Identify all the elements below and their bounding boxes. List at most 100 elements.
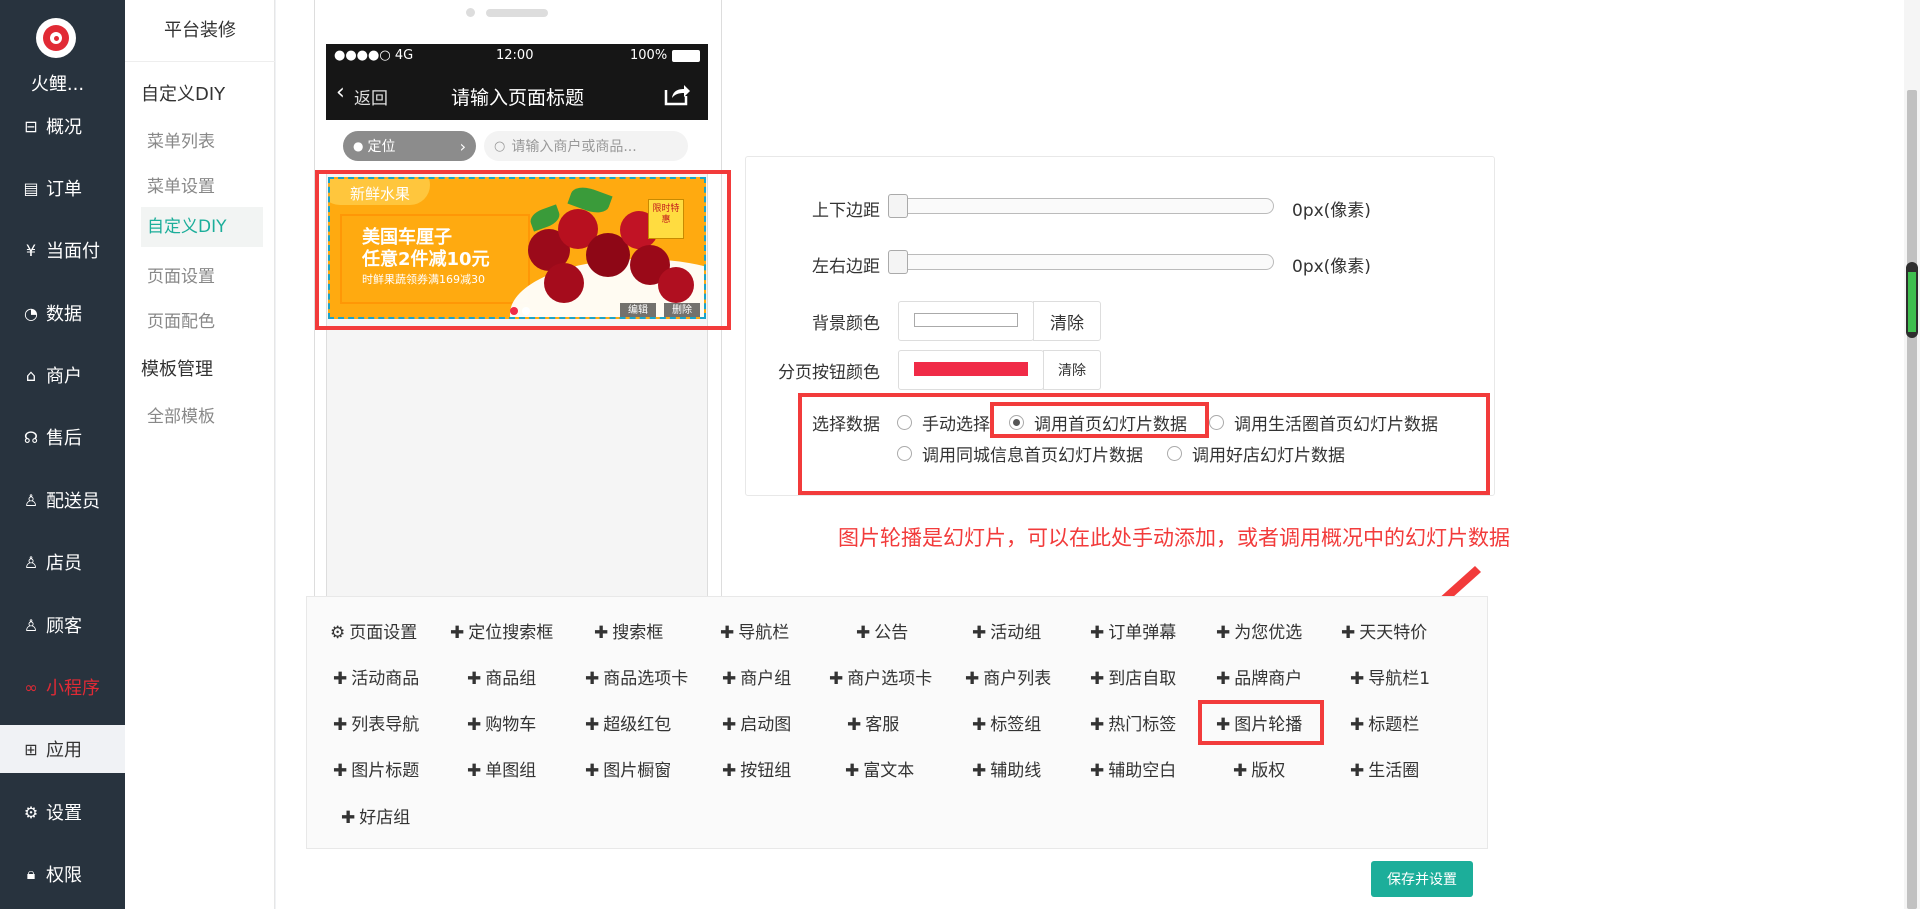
bg-color-label: 背景颜色 <box>812 314 880 334</box>
level-meter-icon <box>1906 262 1918 338</box>
component-item-4[interactable]: ✚ 活动组 <box>972 618 1041 643</box>
nav-item-merchants[interactable]: ⌂ 商户 <box>0 350 125 400</box>
logo-icon[interactable] <box>36 18 76 58</box>
sub-item-all-templates[interactable]: 全部模板 <box>147 402 215 427</box>
plus-icon: ✚ <box>1090 623 1105 643</box>
plus-icon: ✚ <box>829 669 844 689</box>
component-item-10[interactable]: ✚ 商品选项卡 <box>585 664 688 689</box>
nav-item-apps[interactable]: ⊞ 应用 <box>0 725 125 773</box>
component-item-11[interactable]: ✚ 商户组 <box>722 664 791 689</box>
margin-tb-slider-handle[interactable] <box>888 194 908 218</box>
sub-item-page-colors[interactable]: 页面配色 <box>147 307 215 332</box>
component-item-9[interactable]: ✚ 商品组 <box>467 664 536 689</box>
component-page-settings[interactable]: ⚙ 页面设置 <box>330 618 417 643</box>
plus-icon: ✚ <box>845 761 860 781</box>
sub-item-custom-diy[interactable]: 自定义DIY <box>141 207 263 247</box>
plus-icon: ✚ <box>722 761 737 781</box>
nav-item-miniprogram[interactable]: ∞ 小程序 <box>0 662 125 712</box>
component-item-0[interactable]: ✚ 定位搜索框 <box>450 618 553 643</box>
component-item-15[interactable]: ✚ 品牌商户 <box>1216 664 1302 689</box>
nav-item-aftersale[interactable]: ☊ 售后 <box>0 412 125 462</box>
margin-lr-slider-handle[interactable] <box>888 250 908 274</box>
component-item-27[interactable]: ✚ 单图组 <box>467 756 536 781</box>
component-item-6[interactable]: ✚ 为您优选 <box>1216 618 1302 643</box>
component-item-35[interactable]: ✚ 好店组 <box>341 803 410 828</box>
component-item-25[interactable]: ✚ 标题栏 <box>1350 710 1419 735</box>
sub-item-menu-settings[interactable]: 菜单设置 <box>147 172 215 197</box>
plus-icon: ✚ <box>594 623 609 643</box>
share-icon[interactable] <box>663 81 691 107</box>
yen-icon: ¥ <box>25 240 37 260</box>
margin-lr-value: 0px(像素) <box>1292 257 1371 277</box>
phone-camera <box>466 8 475 17</box>
component-item-29[interactable]: ✚ 按钮组 <box>722 756 791 781</box>
back-chevron-icon[interactable]: ‹ <box>336 80 345 105</box>
plus-icon: ✚ <box>972 761 987 781</box>
component-item-5[interactable]: ✚ 订单弹幕 <box>1090 618 1176 643</box>
component-item-17[interactable]: ✚ 列表导航 <box>333 710 419 735</box>
component-item-26[interactable]: ✚ 图片标题 <box>333 756 419 781</box>
sub-sidebar: 平台装修 自定义DIY 菜单列表 菜单设置 自定义DIY 页面设置 页面配色 模… <box>125 0 275 909</box>
scrollbar-thumb[interactable] <box>1907 90 1917 909</box>
component-item-34[interactable]: ✚ 生活圈 <box>1350 756 1419 781</box>
component-item-19[interactable]: ✚ 超级红包 <box>585 710 671 735</box>
nav-item-facepay[interactable]: ¥ 当面付 <box>0 225 125 275</box>
phone-page-title[interactable]: 请输入页面标题 <box>451 83 584 110</box>
bg-color-clear-button[interactable]: 清除 <box>1033 301 1101 341</box>
plus-icon: ✚ <box>1216 623 1231 643</box>
phone-title-bar: ‹ 返回 请输入页面标题 <box>326 68 708 120</box>
nav-item-customers[interactable]: ♙ 顾客 <box>0 600 125 650</box>
component-item-12[interactable]: ✚ 商户选项卡 <box>829 664 932 689</box>
annotation-note: 图片轮播是幻灯片，可以在此处手动添加，或者调用概况中的幻灯片数据 <box>838 526 1510 550</box>
sub-item-menu-list[interactable]: 菜单列表 <box>147 127 215 152</box>
battery-icon <box>672 50 700 62</box>
component-item-23[interactable]: ✚ 热门标签 <box>1090 710 1176 735</box>
component-item-21[interactable]: ✚ 客服 <box>847 710 899 735</box>
plus-icon: ✚ <box>720 623 735 643</box>
nav-item-overview[interactable]: ⊟ 概况 <box>0 101 125 151</box>
component-item-7[interactable]: ✚ 天天特价 <box>1341 618 1427 643</box>
sub-item-page-settings[interactable]: 页面设置 <box>147 262 215 287</box>
margin-lr-slider[interactable] <box>888 254 1274 270</box>
component-item-31[interactable]: ✚ 辅助线 <box>972 756 1041 781</box>
lock-icon: 🔒︎ <box>26 864 36 883</box>
component-item-22[interactable]: ✚ 标签组 <box>972 710 1041 735</box>
nav-item-orders[interactable]: ▤ 订单 <box>0 163 125 213</box>
chevron-right-icon: › <box>459 136 466 156</box>
component-item-14[interactable]: ✚ 到店自取 <box>1090 664 1176 689</box>
component-item-33[interactable]: ✚ 版权 <box>1233 756 1285 781</box>
plus-icon: ✚ <box>585 715 600 735</box>
component-item-2[interactable]: ✚ 导航栏 <box>720 618 789 643</box>
component-item-13[interactable]: ✚ 商户列表 <box>965 664 1051 689</box>
nav-item-data[interactable]: ◔ 数据 <box>0 288 125 338</box>
component-item-32[interactable]: ✚ 辅助空白 <box>1090 756 1176 781</box>
back-button[interactable]: 返回 <box>354 84 388 109</box>
phone-search-input[interactable]: ○ 请输入商户或商品... <box>484 131 688 161</box>
margin-tb-slider[interactable] <box>888 198 1274 214</box>
component-item-20[interactable]: ✚ 启动图 <box>722 710 791 735</box>
plus-icon: ✚ <box>333 715 348 735</box>
plus-icon: ✚ <box>1350 669 1365 689</box>
plus-icon: ✚ <box>1090 669 1105 689</box>
component-item-16[interactable]: ✚ 导航栏1 <box>1350 664 1430 689</box>
component-item-3[interactable]: ✚ 公告 <box>856 618 908 643</box>
plus-icon: ✚ <box>856 623 871 643</box>
page-btn-color-clear-button[interactable]: 清除 <box>1043 350 1101 390</box>
courier-icon: ♙ <box>23 490 39 510</box>
nav-item-staff[interactable]: ♙ 店员 <box>0 537 125 587</box>
location-button[interactable]: ● 定位 › <box>343 131 476 161</box>
plus-icon: ✚ <box>722 669 737 689</box>
plus-icon: ✚ <box>847 715 862 735</box>
plus-icon: ✚ <box>965 669 980 689</box>
save-button[interactable]: 保存并设置 <box>1371 861 1473 897</box>
plus-icon: ✚ <box>1216 669 1231 689</box>
plus-icon: ✚ <box>972 715 987 735</box>
component-item-8[interactable]: ✚ 活动商品 <box>333 664 419 689</box>
nav-item-couriers[interactable]: ♙ 配送员 <box>0 475 125 525</box>
nav-item-settings[interactable]: ⚙ 设置 <box>0 787 125 837</box>
component-item-28[interactable]: ✚ 图片橱窗 <box>585 756 671 781</box>
component-item-1[interactable]: ✚ 搜索框 <box>594 618 663 643</box>
component-item-30[interactable]: ✚ 富文本 <box>845 756 914 781</box>
nav-item-permissions[interactable]: 🔒︎ 权限 <box>0 849 125 899</box>
component-item-18[interactable]: ✚ 购物车 <box>467 710 536 735</box>
